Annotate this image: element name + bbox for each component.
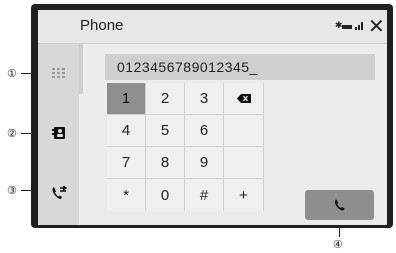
key-3[interactable]: 3: [185, 83, 224, 115]
battery-icon: [342, 25, 352, 29]
close-icon[interactable]: ✕: [368, 16, 386, 36]
sidebar-scroll-indicator: [79, 44, 83, 94]
header-bar: Phone ✱ ✕: [38, 10, 387, 44]
keypad: 1 2 3 4 5 6 7 8 9 * 0 # +: [107, 83, 264, 223]
callout-4: ④: [333, 239, 343, 251]
key-0[interactable]: 0: [146, 179, 185, 211]
key-star[interactable]: *: [107, 179, 146, 211]
sidebar: [38, 44, 79, 225]
callout-3: ③: [7, 185, 17, 197]
key-7[interactable]: 7: [107, 147, 146, 179]
callout-2: ②: [7, 128, 17, 140]
dialpad-button[interactable]: [38, 44, 79, 102]
key-plus[interactable]: +: [224, 179, 264, 211]
call-history-button[interactable]: [38, 164, 79, 222]
page-title: Phone: [80, 17, 124, 34]
call-history-icon: [52, 186, 67, 199]
key-2[interactable]: 2: [146, 83, 185, 115]
dialed-number-field[interactable]: 0123456789012345_: [105, 54, 375, 80]
key-6[interactable]: 6: [185, 115, 224, 147]
key-5[interactable]: 5: [146, 115, 185, 147]
backspace-button[interactable]: [224, 83, 264, 115]
dialpad-icon: [51, 68, 65, 78]
key-hash[interactable]: #: [185, 179, 224, 211]
key-1[interactable]: 1: [107, 83, 146, 115]
contacts-icon: [51, 127, 65, 139]
key-empty-2: [224, 147, 264, 179]
dialed-number: 0123456789012345_: [117, 59, 258, 75]
signal-icon: [355, 22, 363, 30]
phone-icon: [334, 199, 344, 211]
key-4[interactable]: 4: [107, 115, 146, 147]
callout-1: ①: [7, 68, 17, 80]
key-empty-1: [224, 115, 264, 147]
key-8[interactable]: 8: [146, 147, 185, 179]
key-9[interactable]: 9: [185, 147, 224, 179]
backspace-icon: [236, 94, 251, 103]
call-button[interactable]: [305, 190, 374, 220]
phone-screen: Phone ✱ ✕ 0123456789012345_ 1 2 3 4 5 6 …: [38, 10, 387, 225]
contacts-button[interactable]: [38, 104, 79, 162]
